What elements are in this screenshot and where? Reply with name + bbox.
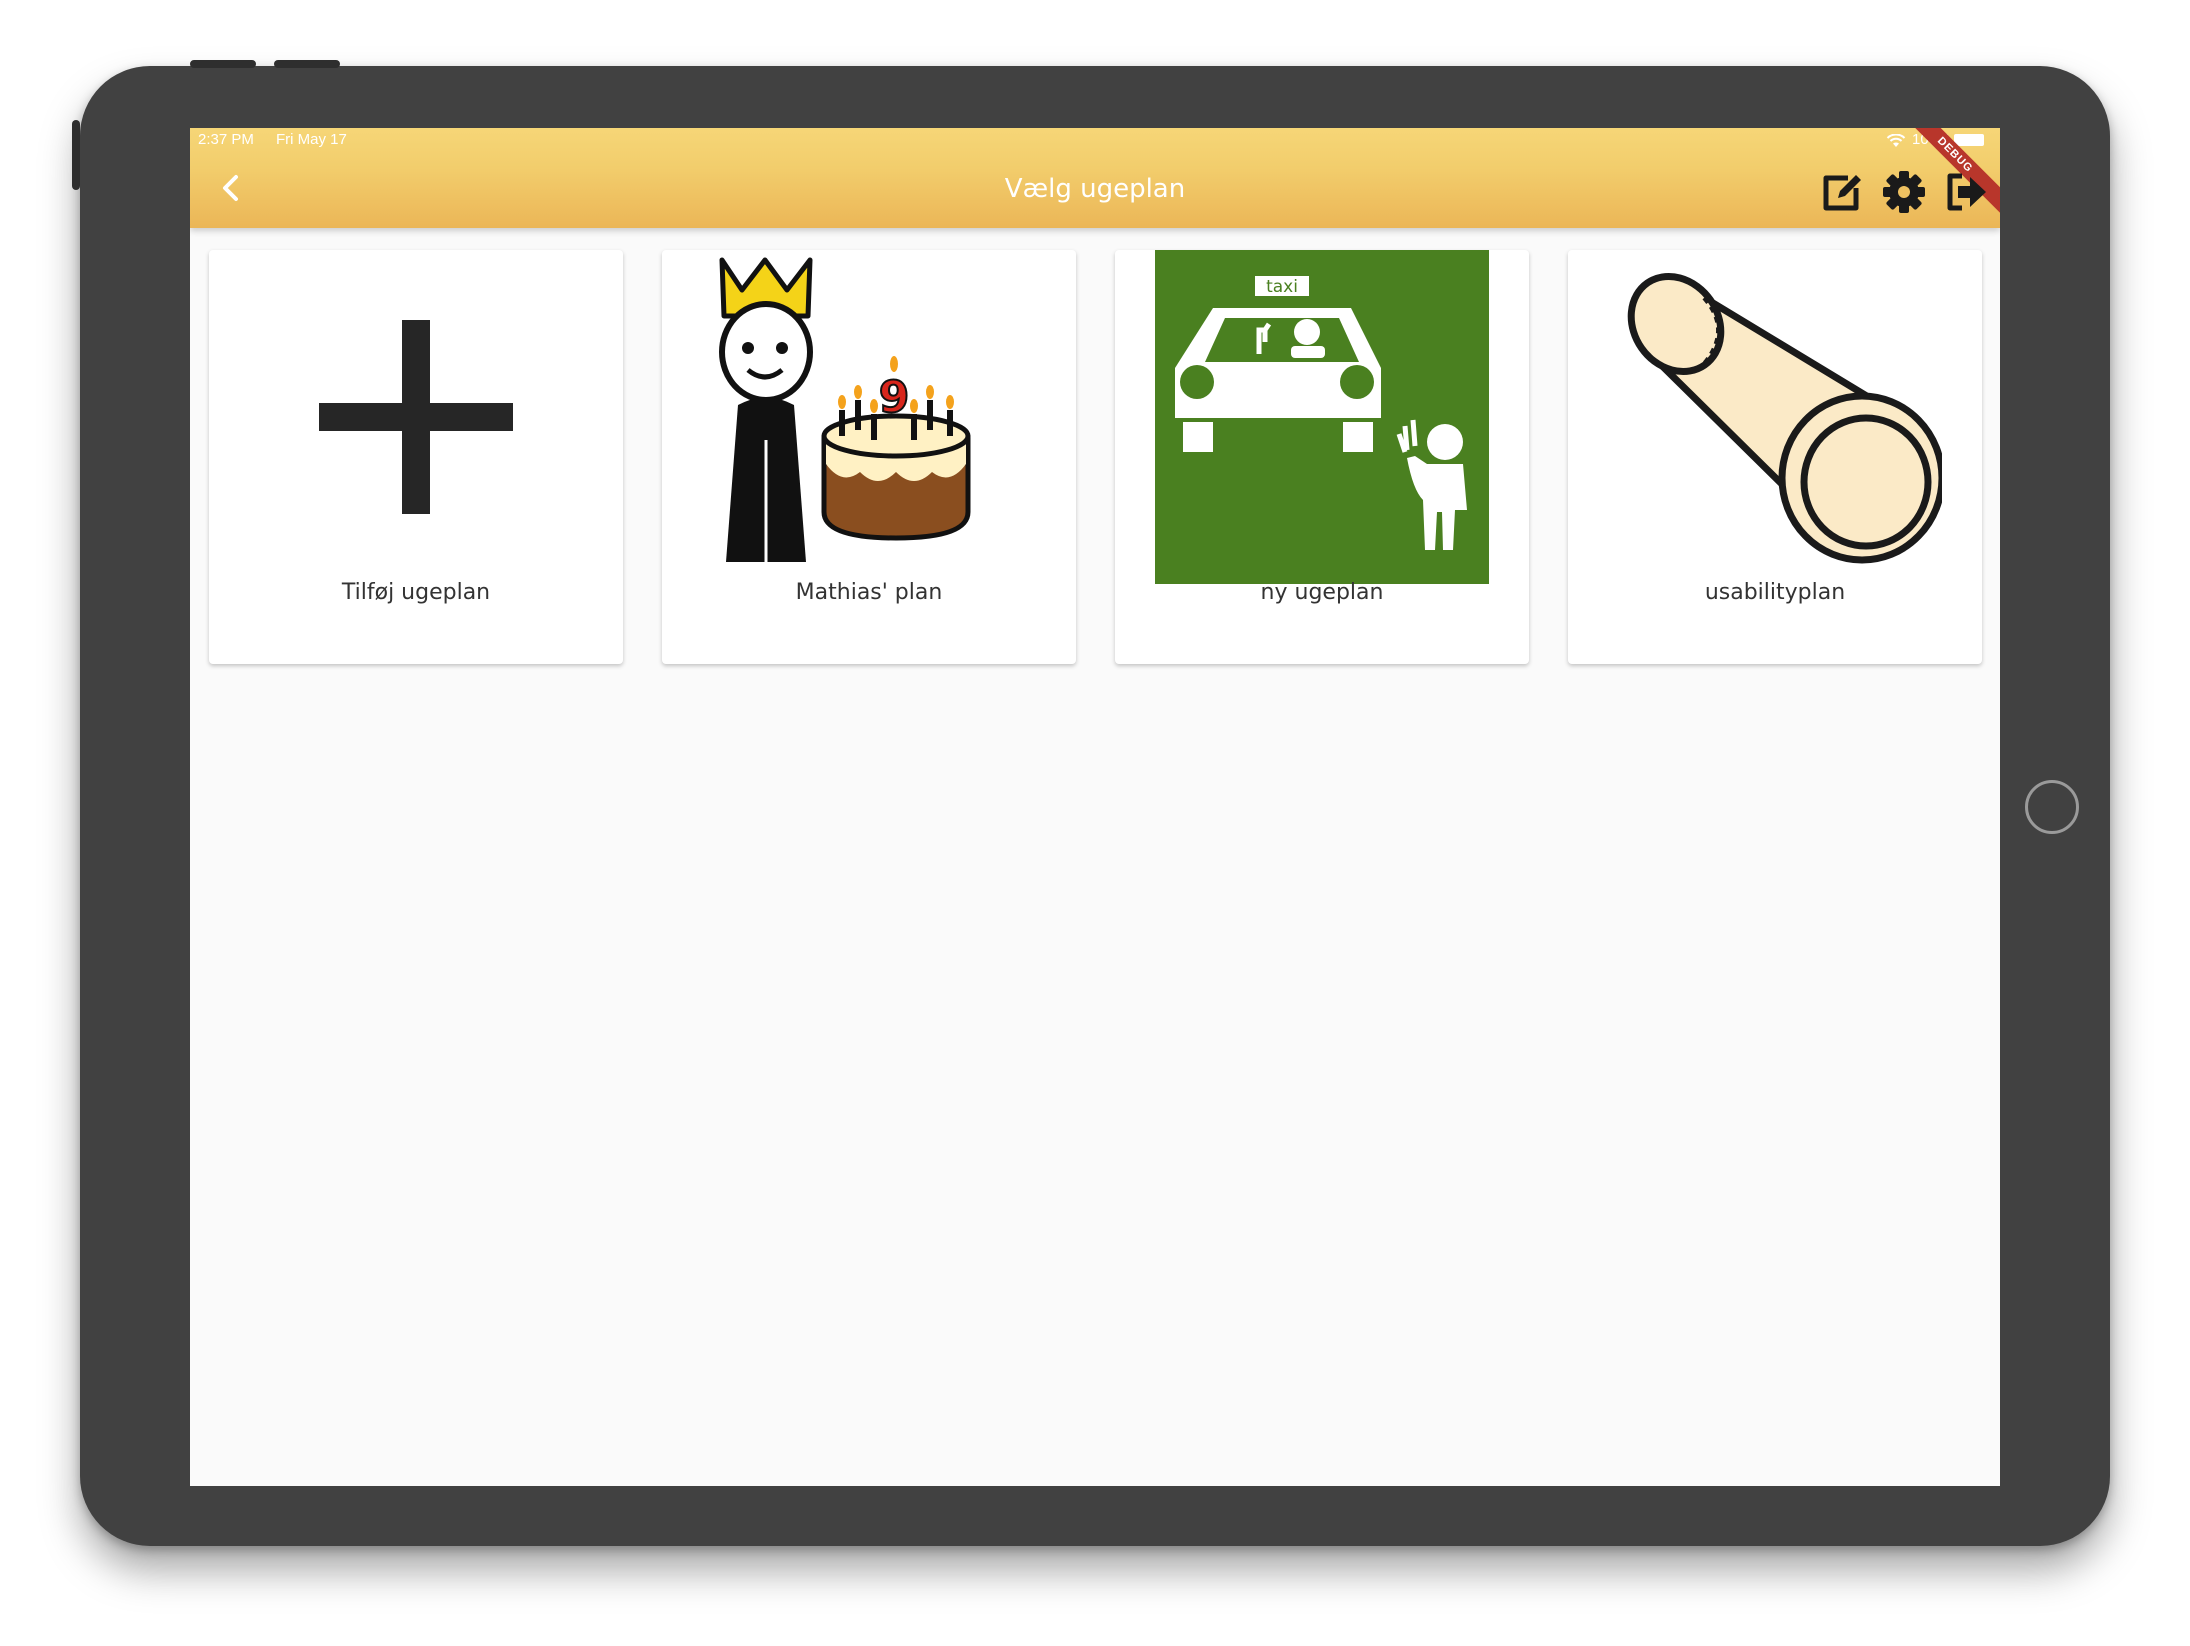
logout-icon[interactable] xyxy=(1942,168,1990,216)
weekplan-card[interactable]: usabilityplan xyxy=(1568,250,1982,664)
weekplan-card[interactable]: 9 Mathias' plan xyxy=(662,250,1076,664)
screen: 2:37 PM Fri May 17 100% DEBUG Vælg ugepl… xyxy=(190,128,2000,1486)
king-birthday-cake-picture: 9 xyxy=(719,257,971,562)
cake-number: 9 xyxy=(879,372,910,423)
status-date: Fri May 17 xyxy=(276,131,347,148)
app-bar: 2:37 PM Fri May 17 100% DEBUG Vælg ugepl… xyxy=(190,128,2000,228)
taxi-picture: taxi xyxy=(1155,250,1489,584)
cylinder-picture xyxy=(1627,272,1942,564)
home-button[interactable] xyxy=(2025,780,2079,834)
card-label: usabilityplan xyxy=(1704,580,1846,605)
edit-icon[interactable] xyxy=(1818,168,1866,216)
weekplan-card[interactable]: taxi ny ugeplan xyxy=(1115,250,1529,664)
wifi-icon xyxy=(1886,134,1906,147)
page-title: Vælg ugeplan xyxy=(1004,174,1186,204)
add-weekplan-card[interactable]: Tilføj ugeplan xyxy=(209,250,623,664)
gear-icon[interactable] xyxy=(1880,168,1928,216)
card-label: ny ugeplan xyxy=(1260,580,1384,605)
volume-button xyxy=(190,60,256,68)
volume-button xyxy=(274,60,340,68)
card-label: Mathias' plan xyxy=(795,580,943,605)
battery-icon xyxy=(1954,134,1984,146)
taxi-sign-text: taxi xyxy=(1266,277,1298,297)
status-time: 2:37 PM xyxy=(198,131,254,148)
power-button xyxy=(72,120,80,190)
card-label: Tilføj ugeplan xyxy=(341,580,491,605)
plus-icon xyxy=(319,320,513,514)
